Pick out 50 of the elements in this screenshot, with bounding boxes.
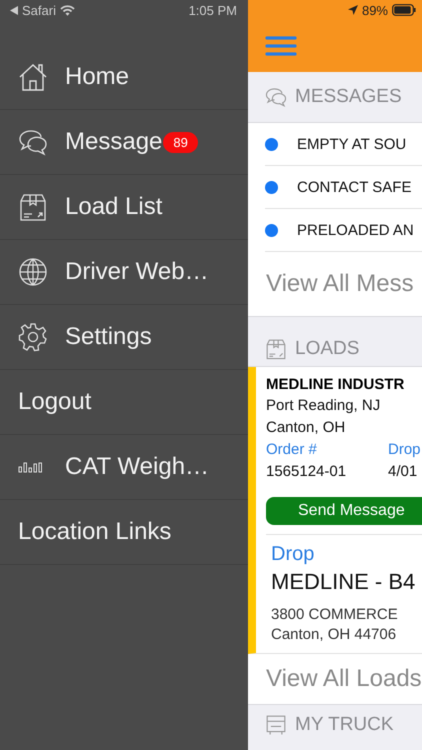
drawer-item-label: Logout — [18, 388, 92, 416]
truck-icon — [265, 714, 287, 736]
stop-type: Drop — [271, 542, 316, 567]
message-row[interactable]: CONTACT SAFE — [265, 166, 422, 209]
settings-icon — [18, 322, 48, 352]
back-app-label[interactable]: Safari — [22, 2, 56, 18]
stop-address: Canton, OH 44706 — [271, 625, 398, 645]
section-title: LOADS — [295, 338, 360, 360]
customer-name: MEDLINE INDUSTR — [266, 375, 406, 395]
field-label: Drop — [388, 440, 422, 460]
message-row[interactable]: EMPTY AT SOU — [265, 123, 422, 166]
location-arrow-icon — [348, 5, 358, 15]
load-card[interactable]: MEDLINE INDUSTR Port Reading, NJ Canton, OH Order # Drop 1565124-01 4/01 Send Message Drop MEDLINE - B4 3800 COMMERCE Canton, OH 44706 — [248, 367, 422, 654]
battery-percentage: 89% — [362, 2, 388, 18]
chat-icon — [265, 86, 287, 108]
destination-city: Canton, OH — [266, 418, 346, 438]
menu-icon[interactable] — [265, 36, 297, 56]
drawer-item-label: Driver Web… — [65, 258, 209, 286]
drawer-item-label: Settings — [65, 323, 152, 351]
status-time: 1:05 PM — [188, 2, 237, 18]
drawer-item[interactable]: CAT Weigh… — [0, 435, 248, 500]
wifi-icon — [60, 4, 75, 16]
message-row[interactable]: PRELOADED AN — [265, 209, 422, 252]
drawer-item[interactable]: Message 89 — [0, 110, 248, 175]
home-icon — [18, 62, 48, 92]
box-icon — [18, 192, 48, 222]
field-value: 4/01 — [388, 462, 418, 482]
message-subject: PRELOADED AN — [297, 222, 414, 238]
unread-count-badge: 89 — [163, 132, 198, 152]
section-title: MY TRUCK — [295, 714, 394, 736]
section-title: MESSAGES — [295, 86, 402, 108]
globe-icon — [18, 257, 48, 287]
stop-address: 3800 COMMERCE — [271, 605, 399, 625]
field-label: Order # — [266, 440, 318, 460]
origin-city: Port Reading, NJ — [266, 396, 382, 416]
drawer-item-label: Location Links — [18, 518, 172, 546]
drawer-item-label: Message — [65, 128, 162, 156]
message-subject: CONTACT SAFE — [297, 178, 412, 196]
drawer-item-label: Load List — [65, 193, 162, 221]
back-icon — [10, 6, 18, 14]
drawer-item[interactable]: Logout — [0, 370, 248, 435]
field-value: 1565124-01 — [266, 462, 348, 482]
drawer-item-label: CAT Weigh… — [65, 453, 210, 481]
message-subject: EMPTY AT SOU — [297, 136, 406, 152]
box-icon — [265, 338, 287, 360]
drawer-item-label: Home — [65, 63, 130, 91]
send-message-button[interactable]: Send Message — [266, 497, 422, 525]
stop-name: MEDLINE - B4 — [271, 568, 416, 596]
drawer-item[interactable]: Location Links — [0, 500, 248, 565]
battery-icon — [392, 4, 416, 16]
